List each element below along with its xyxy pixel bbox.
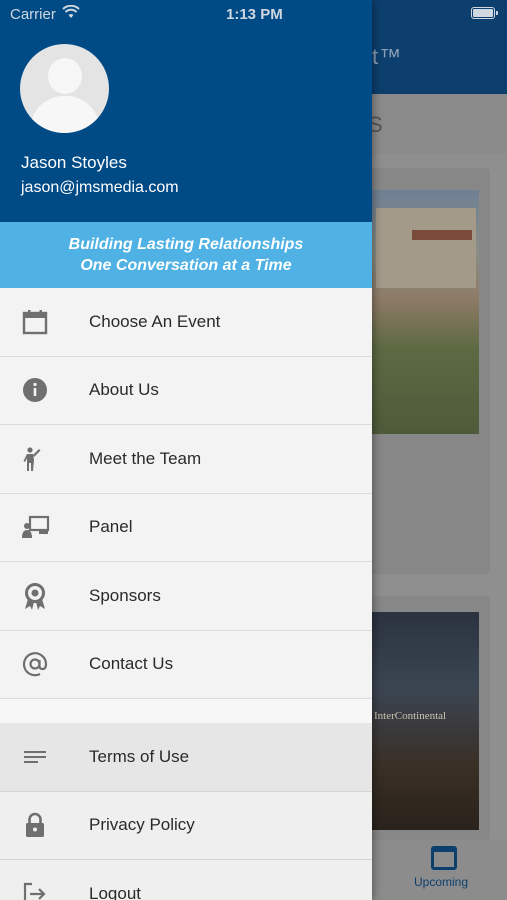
tagline-banner: Building Lasting Relationships One Conve… <box>0 222 372 288</box>
profile-header: Jason Stoyles jason@jmsmedia.com <box>0 0 372 222</box>
lock-icon <box>22 812 48 838</box>
tagline-line-1: Building Lasting Relationships <box>68 236 304 253</box>
menu-item-privacy[interactable]: Privacy Policy <box>0 791 372 860</box>
menu-item-label: About Us <box>89 380 159 400</box>
logout-icon <box>22 881 48 900</box>
navigation-drawer: Jason Stoyles jason@jmsmedia.com Buildin… <box>0 0 372 900</box>
calendar-icon <box>22 309 48 335</box>
menu-item-panel[interactable]: Panel <box>0 493 372 562</box>
menu-item-label: Meet the Team <box>89 448 202 468</box>
status-bar: Carrier 1:13 PM <box>0 0 507 28</box>
menu-item-meet-team[interactable]: Meet the Team <box>0 425 372 494</box>
drawer-menu: Choose An Event About Us Meet the Team P… <box>0 288 372 900</box>
menu-item-sponsors[interactable]: Sponsors <box>0 562 372 631</box>
tab-upcoming-label: Upcoming <box>414 875 469 889</box>
award-ribbon-icon <box>22 582 48 610</box>
presentation-icon <box>22 514 50 540</box>
person-waving-icon <box>22 446 48 472</box>
wifi-icon <box>62 4 80 23</box>
menu-item-label: Privacy Policy <box>89 815 195 835</box>
menu-item-label: Choose An Event <box>89 311 221 331</box>
lines-icon <box>22 744 48 770</box>
person-icon <box>48 58 82 94</box>
avatar[interactable] <box>20 44 109 133</box>
background-header-title: t™ <box>372 44 403 69</box>
menu-item-choose-event[interactable]: Choose An Event <box>0 288 372 357</box>
menu-item-label: Sponsors <box>89 585 161 605</box>
user-name: Jason Stoyles <box>21 153 127 172</box>
menu-item-contact-us[interactable]: Contact Us <box>0 630 372 699</box>
menu-item-terms[interactable]: Terms of Use <box>0 723 372 792</box>
menu-item-label: Terms of Use <box>89 746 190 766</box>
menu-item-label: Panel <box>89 517 133 537</box>
menu-item-label: Contact Us <box>89 654 174 674</box>
event-card-image-sign: InterContinental <box>374 710 447 722</box>
at-sign-icon <box>22 651 48 677</box>
clock: 1:13 PM <box>226 6 283 23</box>
user-email: jason@jmsmedia.com <box>21 179 179 196</box>
menu-divider <box>0 699 372 723</box>
tagline-line-2: One Conversation at a Time <box>80 257 292 274</box>
calendar-icon <box>431 846 457 870</box>
menu-item-about-us[interactable]: About Us <box>0 356 372 425</box>
battery-icon <box>471 7 498 19</box>
menu-item-label: Logout <box>89 883 141 900</box>
carrier-label: Carrier <box>10 6 56 23</box>
menu-item-logout[interactable]: Logout <box>0 860 372 900</box>
info-icon <box>22 377 48 403</box>
event-card-image <box>372 190 479 434</box>
